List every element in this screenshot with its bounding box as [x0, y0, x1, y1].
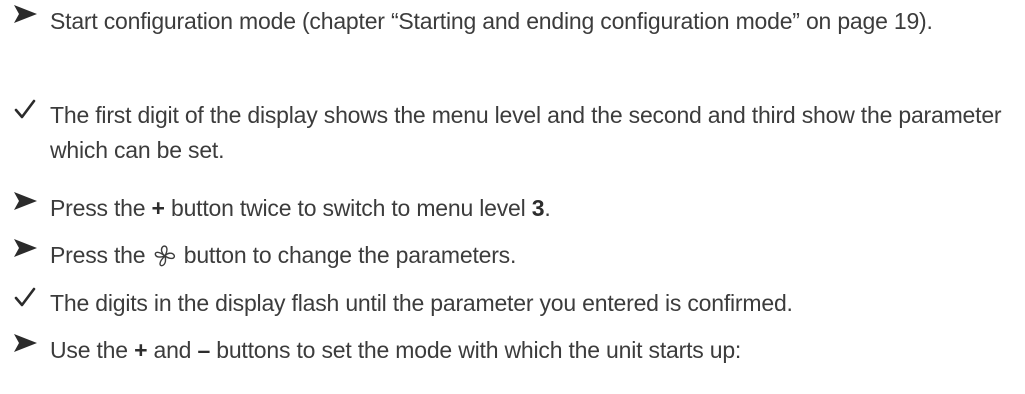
arrow-icon: [0, 4, 50, 24]
step-text: The first digit of the display shows the…: [50, 102, 1008, 163]
step-text: The digits in the display flash until th…: [50, 290, 793, 316]
result-display-digits: The first digit of the display shows the…: [0, 98, 1025, 168]
arrow-icon: [0, 333, 50, 353]
result-digits-flash: The digits in the display flash until th…: [0, 286, 1025, 321]
instruction-list: Start configuration mode (chapter “Start…: [0, 0, 1025, 394]
step-text: Use the + and – buttons to set the mode …: [50, 337, 742, 363]
fan-icon: [153, 243, 177, 278]
step-text: Press the button to change the parameter…: [50, 238, 1025, 278]
plus-button-label: +: [134, 337, 148, 363]
step-start-configuration: Start configuration mode (chapter “Start…: [0, 4, 1025, 39]
step-text: Start configuration mode (chapter “Start…: [50, 8, 933, 34]
minus-button-label: –: [197, 337, 211, 363]
check-icon: [0, 98, 50, 120]
plus-button-label: +: [151, 195, 165, 221]
step-set-start-mode: Use the + and – buttons to set the mode …: [0, 333, 1025, 368]
arrow-icon: [0, 191, 50, 211]
step-text: Press the + button twice to switch to me…: [50, 195, 551, 221]
step-change-parameters: Press the button to change the parameter…: [0, 238, 1025, 278]
step-switch-menu-level: Press the + button twice to switch to me…: [0, 191, 1025, 226]
arrow-icon: [0, 238, 50, 258]
menu-level-value: 3: [531, 195, 545, 221]
check-icon: [0, 286, 50, 308]
